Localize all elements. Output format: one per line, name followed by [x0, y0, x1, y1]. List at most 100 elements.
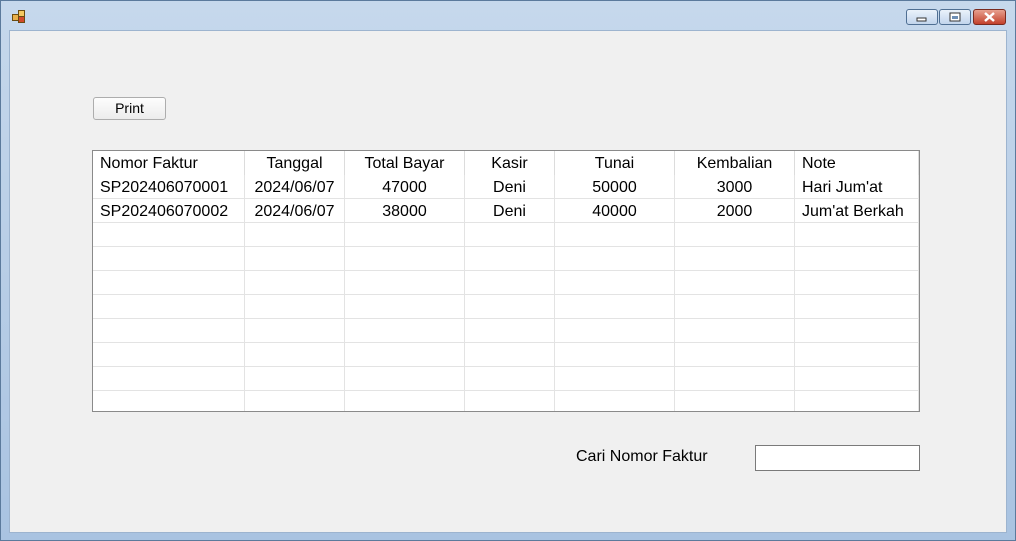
empty-grid-cell — [465, 247, 555, 271]
empty-grid-cell — [795, 367, 919, 391]
empty-grid-cell — [345, 367, 465, 391]
column-header-note[interactable]: Note — [795, 151, 919, 175]
print-button[interactable]: Print — [93, 97, 166, 120]
empty-grid-cell — [675, 367, 795, 391]
empty-grid-cell — [555, 223, 675, 247]
column-header-total-bayar[interactable]: Total Bayar — [345, 151, 465, 175]
column-header-kasir[interactable]: Kasir — [465, 151, 555, 175]
empty-grid-cell — [245, 391, 345, 411]
grid-header-row: Nomor Faktur Tanggal Total Bayar Kasir T… — [93, 151, 919, 175]
empty-grid-cell — [795, 295, 919, 319]
empty-grid-cell — [245, 295, 345, 319]
column-header-nomor-faktur[interactable]: Nomor Faktur — [93, 151, 245, 175]
empty-grid-cell — [93, 319, 245, 343]
minimize-icon — [916, 17, 927, 22]
app-icon — [12, 10, 26, 23]
empty-grid-cell — [245, 247, 345, 271]
empty-grid-cell — [555, 271, 675, 295]
cell-total-bayar[interactable]: 38000 — [345, 199, 465, 223]
column-header-tanggal[interactable]: Tanggal — [245, 151, 345, 175]
empty-grid-cell — [245, 343, 345, 367]
empty-grid-cell — [93, 343, 245, 367]
empty-grid-cell — [345, 271, 465, 295]
empty-grid-row — [93, 391, 919, 411]
empty-grid-cell — [465, 295, 555, 319]
cell-kembalian[interactable]: 2000 — [675, 199, 795, 223]
empty-grid-cell — [245, 367, 345, 391]
empty-grid-cell — [675, 295, 795, 319]
cell-kasir[interactable]: Deni — [465, 175, 555, 199]
maximize-icon — [949, 12, 961, 22]
empty-grid-cell — [93, 247, 245, 271]
empty-grid-cell — [345, 319, 465, 343]
empty-grid-cell — [675, 343, 795, 367]
empty-grid-cell — [795, 223, 919, 247]
empty-grid-cell — [345, 391, 465, 411]
empty-grid-cell — [245, 223, 345, 247]
empty-grid-cell — [465, 319, 555, 343]
empty-grid-cell — [93, 223, 245, 247]
empty-grid-cell — [245, 271, 345, 295]
cell-note[interactable]: Jum'at Berkah — [795, 199, 919, 223]
empty-grid-cell — [555, 247, 675, 271]
close-icon — [984, 12, 995, 22]
empty-grid-cell — [345, 295, 465, 319]
empty-grid-cell — [675, 319, 795, 343]
empty-grid-cell — [465, 343, 555, 367]
empty-grid-cell — [345, 343, 465, 367]
empty-grid-row — [93, 247, 919, 271]
empty-grid-cell — [795, 343, 919, 367]
empty-grid-cell — [465, 391, 555, 411]
empty-grid-cell — [795, 271, 919, 295]
minimize-button[interactable] — [906, 9, 938, 25]
empty-grid-row — [93, 343, 919, 367]
empty-grid-cell — [93, 271, 245, 295]
empty-grid-cell — [555, 295, 675, 319]
empty-grid-cell — [93, 295, 245, 319]
search-label: Cari Nomor Faktur — [576, 448, 708, 465]
cell-kembalian[interactable]: 3000 — [675, 175, 795, 199]
cell-nomor-faktur[interactable]: SP202406070002 — [93, 199, 245, 223]
empty-grid-row — [93, 367, 919, 391]
table-row[interactable]: SP202406070002 2024/06/07 38000 Deni 400… — [93, 199, 919, 223]
search-input[interactable] — [755, 445, 920, 471]
empty-grid-cell — [675, 223, 795, 247]
empty-grid-cell — [795, 391, 919, 411]
empty-grid-cell — [465, 367, 555, 391]
empty-grid-cell — [555, 367, 675, 391]
empty-grid-row — [93, 223, 919, 247]
empty-grid-cell — [345, 223, 465, 247]
cell-total-bayar[interactable]: 47000 — [345, 175, 465, 199]
empty-grid-cell — [465, 271, 555, 295]
empty-grid-cell — [675, 247, 795, 271]
empty-grid-cell — [555, 343, 675, 367]
cell-kasir[interactable]: Deni — [465, 199, 555, 223]
empty-grid-row — [93, 271, 919, 295]
cell-nomor-faktur[interactable]: SP202406070001 — [93, 175, 245, 199]
close-button[interactable] — [973, 9, 1006, 25]
empty-grid-cell — [93, 367, 245, 391]
empty-grid-cell — [675, 271, 795, 295]
column-header-kembalian[interactable]: Kembalian — [675, 151, 795, 175]
empty-grid-cell — [555, 319, 675, 343]
empty-grid-row — [93, 295, 919, 319]
cell-note[interactable]: Hari Jum'at — [795, 175, 919, 199]
empty-grid-cell — [675, 391, 795, 411]
empty-grid-cell — [245, 319, 345, 343]
empty-grid-cell — [555, 391, 675, 411]
empty-grid-row — [93, 319, 919, 343]
empty-grid-cell — [465, 223, 555, 247]
invoice-grid[interactable]: Nomor Faktur Tanggal Total Bayar Kasir T… — [92, 150, 920, 412]
cell-tanggal[interactable]: 2024/06/07 — [245, 175, 345, 199]
empty-grid-cell — [345, 247, 465, 271]
maximize-button[interactable] — [939, 9, 971, 25]
empty-grid-cell — [795, 319, 919, 343]
cell-tunai[interactable]: 50000 — [555, 175, 675, 199]
title-bar[interactable] — [1, 1, 1015, 30]
cell-tunai[interactable]: 40000 — [555, 199, 675, 223]
column-header-tunai[interactable]: Tunai — [555, 151, 675, 175]
empty-grid-cell — [795, 247, 919, 271]
empty-grid-cell — [93, 391, 245, 411]
table-row[interactable]: SP202406070001 2024/06/07 47000 Deni 500… — [93, 175, 919, 199]
cell-tanggal[interactable]: 2024/06/07 — [245, 199, 345, 223]
